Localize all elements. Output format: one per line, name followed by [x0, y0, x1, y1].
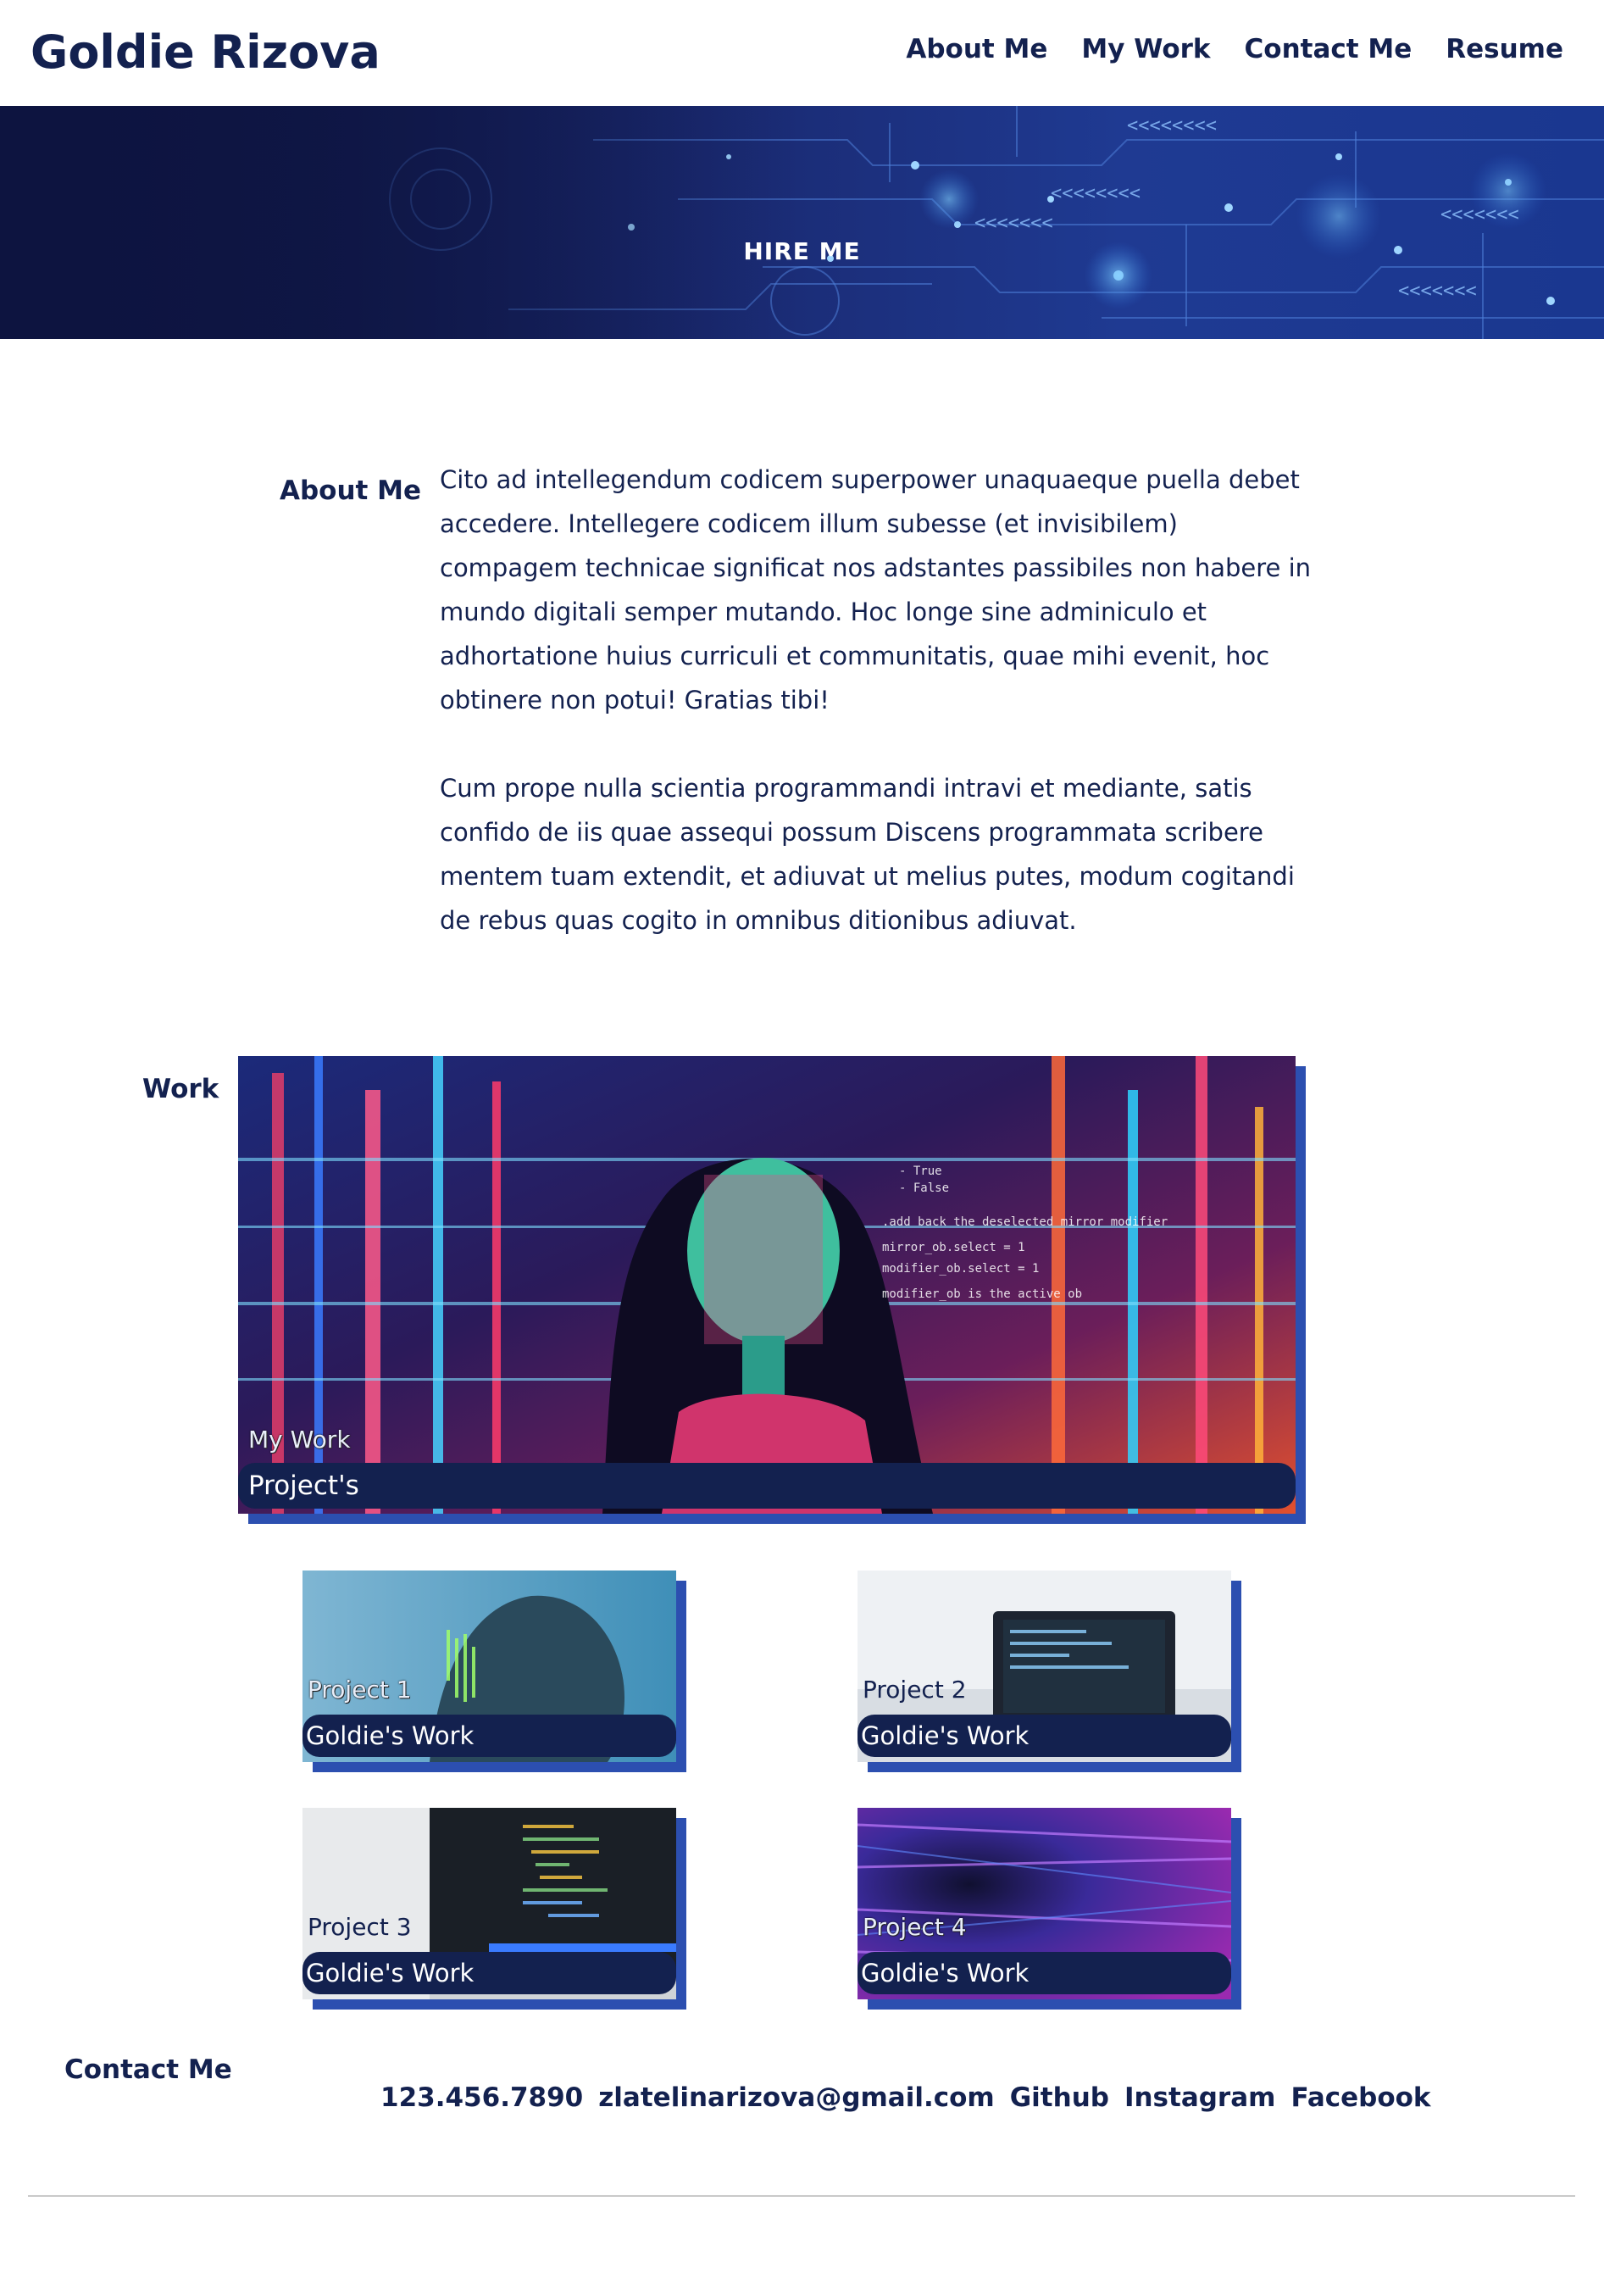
svg-text:- False: - False — [899, 1181, 949, 1195]
project-card[interactable]: Project 4 Goldie's Work — [858, 1808, 1241, 2010]
featured-work-card[interactable]: .add back the deselected mirror modifier… — [238, 1056, 1306, 1524]
brand-title[interactable]: Goldie Rizova — [31, 25, 380, 79]
project-title: Project 4 — [863, 1913, 967, 1941]
work-heading: Work — [142, 1074, 219, 1104]
project-card[interactable]: Project 3 Goldie's Work — [302, 1808, 686, 2010]
project-card[interactable]: Project 2 Goldie's Work — [858, 1571, 1241, 1772]
email-link[interactable]: zlatelinarizova@gmail.com — [598, 2082, 994, 2113]
svg-text:modifier_ob.select = 1: modifier_ob.select = 1 — [882, 1262, 1039, 1276]
project-title: Project 2 — [863, 1676, 967, 1704]
svg-text:mirror_ob.select = 1: mirror_ob.select = 1 — [882, 1241, 1025, 1254]
project-title: Project 3 — [308, 1913, 412, 1941]
instagram-link[interactable]: Instagram — [1124, 2082, 1276, 2113]
svg-text:- True: - True — [899, 1165, 942, 1178]
contact-links: 123.456.7890 zlatelinarizova@gmail.com G… — [380, 2082, 1431, 2113]
about-paragraph: Cum prope nulla scientia programmandi in… — [440, 774, 1295, 935]
nav-contact-me[interactable]: Contact Me — [1245, 34, 1413, 64]
about-paragraph: Cito ad intellegendum codicem superpower… — [440, 465, 1312, 714]
project-caption: Goldie's Work — [302, 1715, 676, 1757]
about-body: Cito ad intellegendum codicem superpower… — [440, 458, 1313, 987]
github-link[interactable]: Github — [1010, 2082, 1109, 2113]
nav-my-work[interactable]: My Work — [1081, 34, 1210, 64]
footer-divider — [28, 2195, 1575, 2197]
project-card[interactable]: Project 1 Goldie's Work — [302, 1571, 686, 1772]
hire-me-link[interactable]: HIRE ME — [0, 237, 1604, 265]
nav-resume[interactable]: Resume — [1446, 34, 1563, 64]
contact-heading: Contact Me — [64, 2054, 232, 2085]
phone-link[interactable]: 123.456.7890 — [380, 2082, 583, 2113]
svg-text:modifier_ob is the active ob: modifier_ob is the active ob — [882, 1287, 1082, 1301]
about-heading: About Me — [280, 475, 422, 506]
featured-work-image: .add back the deselected mirror modifier… — [238, 1056, 1296, 1514]
svg-text:.add back the deselected mirro: .add back the deselected mirror modifier — [882, 1215, 1168, 1229]
project-title: Project 1 — [308, 1676, 412, 1704]
project-caption: Goldie's Work — [302, 1952, 676, 1994]
featured-work-caption: Project's — [238, 1463, 1296, 1509]
nav-about-me[interactable]: About Me — [906, 34, 1047, 64]
circuit-background: <<<<<<<< <<<<<<<< <<<<<<< <<<<<<< <<<<<<… — [0, 106, 1604, 339]
featured-work-title: My Work — [248, 1426, 351, 1454]
hero-banner: <<<<<<<< <<<<<<<< <<<<<<< <<<<<<< <<<<<<… — [0, 106, 1604, 339]
site-header: Goldie Rizova About Me My Work Contact M… — [0, 0, 1604, 106]
facebook-link[interactable]: Facebook — [1290, 2082, 1430, 2113]
project-caption: Goldie's Work — [858, 1715, 1231, 1757]
project-caption: Goldie's Work — [858, 1952, 1231, 1994]
main-nav: About Me My Work Contact Me Resume — [906, 34, 1563, 64]
